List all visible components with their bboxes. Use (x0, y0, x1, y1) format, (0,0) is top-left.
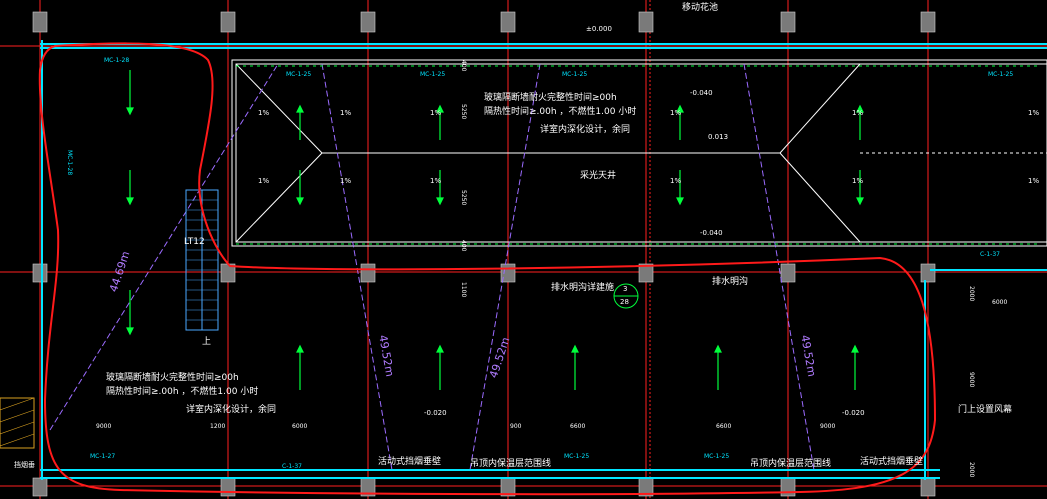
movable-planter-label: 移动花池 (682, 3, 719, 13)
drain-label: 排水明沟 (712, 277, 749, 287)
ceiling-insulation-label-1: 吊顶内保温层范围线 (470, 459, 552, 469)
detail-ref-note: 详室内深化设计，余同 (540, 125, 631, 135)
dim-label: 400 (460, 60, 467, 72)
dim-label: 6000 (292, 423, 308, 430)
dim-label: 2000 (968, 286, 975, 302)
slope-label: 1% (258, 177, 270, 185)
door-tag: C-1-37 (980, 251, 1000, 258)
dim-label: 5250 (460, 104, 467, 120)
drain-lines (236, 65, 1040, 245)
slope-arrows (126, 70, 864, 390)
skylight-label: 采光天井 (580, 171, 617, 181)
door-tag: MC-1-25 (286, 71, 312, 78)
slope-label: 1% (430, 177, 442, 185)
elevation-n040: -0.040 (690, 89, 713, 97)
slope-label: 1% (852, 109, 864, 117)
dim-label: 9000 (968, 372, 975, 388)
dim-label: 6600 (570, 423, 586, 430)
dim-label: 1200 (210, 423, 226, 430)
glass-wall-note-b2: 隔热性时间≥.00h ，不燃性1.00 小时 (106, 387, 259, 397)
axis-grid (0, 0, 1047, 499)
door-tag: MC-1-25 (988, 71, 1014, 78)
smoke-barrier-label-2: 活动式挡烟垂壁 (860, 457, 924, 467)
door-tag: MC-1-27 (90, 453, 116, 460)
stair-id: LT12 (184, 237, 205, 247)
section-number: 3 (623, 285, 628, 293)
slope-label: 1% (852, 177, 864, 185)
elevation-n020a: -0.020 (424, 409, 447, 417)
door-tag: MC-1-25 (562, 71, 588, 78)
slope-label: 1% (1028, 177, 1040, 185)
dim-label: 900 (510, 423, 522, 430)
dim-label: 9000 (96, 423, 112, 430)
slope-label: 1% (340, 177, 352, 185)
smoke-barrier-label-1: 活动式挡烟垂壁 (378, 457, 442, 467)
door-tag-vertical: MC-1-28 (66, 150, 73, 176)
glass-wall-note-b1: 玻璃隔断墙耐火完整性时间≥00h (106, 373, 239, 383)
dim-label: 400 (460, 240, 467, 252)
slope-label: 1% (430, 109, 442, 117)
dim-label: 1100 (460, 282, 467, 298)
glass-wall-note-2: 隔热性时间≥.00h ，不燃性1.00 小时 (484, 107, 637, 117)
dim-label: 6000 (992, 299, 1008, 306)
dim-label: 5250 (460, 190, 467, 206)
slope-label: 1% (258, 109, 270, 117)
slope-label: 1% (1028, 109, 1040, 117)
door-tag: MC-1-25 (704, 453, 730, 460)
hatch-box (0, 397, 35, 449)
slope-label: 1% (670, 109, 682, 117)
smoke-barrier-left: 挡烟垂 (14, 461, 35, 469)
door-tag: MC-1-25 (564, 453, 590, 460)
dim-label: 2000 (968, 462, 975, 478)
elevation-n020b: -0.020 (842, 409, 865, 417)
elevation-top: ±0.000 (586, 25, 612, 33)
floor-plan-geometry (0, 0, 1047, 499)
dim-label: 9000 (820, 423, 836, 430)
drain-detail-label: 排水明沟详建施 (551, 283, 615, 293)
ceiling-insulation-label-2: 吊顶内保温层范围线 (750, 459, 832, 469)
door-tag: MC-1-25 (420, 71, 446, 78)
slope-label: 1% (670, 177, 682, 185)
cad-drawing-canvas[interactable]: ±0.000 移动花池 玻璃隔断墙耐火完整性时间≥00h 隔热性时间≥.00h … (0, 0, 1047, 499)
dim-label: 6600 (716, 423, 732, 430)
elevation-013: 0.013 (708, 133, 729, 141)
detail-ref-note-b: 详室内深化设计，余同 (186, 405, 277, 415)
elevation-n040b: -0.040 (700, 229, 723, 237)
structural-columns (32, 11, 936, 497)
section-sheet: 28 (620, 298, 629, 306)
stair-up-label: 上 (202, 337, 212, 347)
door-tag: MC-1-28 (104, 57, 130, 64)
door-tag: C-1-37 (282, 463, 302, 470)
skylight-frame (231, 59, 1047, 247)
door-curtain-label: 门上设置风幕 (958, 405, 1013, 415)
glass-wall-note-1: 玻璃隔断墙耐火完整性时间≥00h (484, 93, 617, 103)
slope-label: 1% (340, 109, 352, 117)
